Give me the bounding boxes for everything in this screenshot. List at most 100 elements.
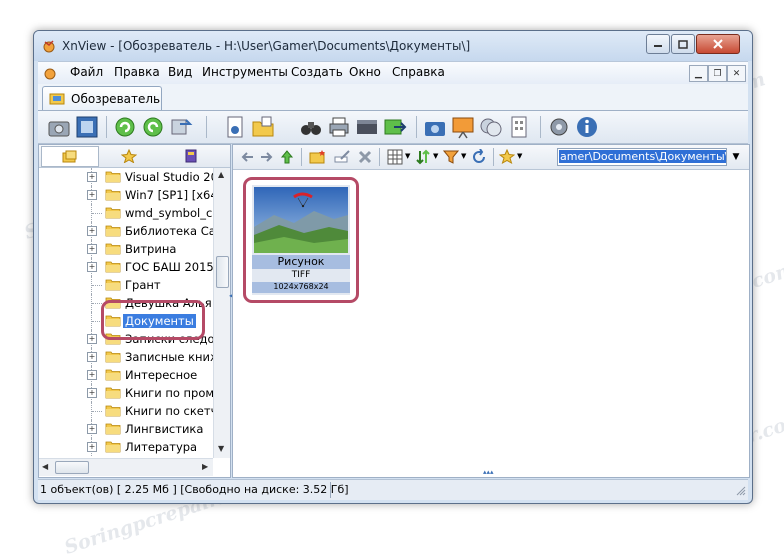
chevron-down-icon[interactable]: ▼: [517, 152, 522, 160]
expand-icon[interactable]: +: [87, 334, 97, 344]
slideshow-icon[interactable]: [450, 114, 476, 140]
tree-item[interactable]: + Библиотека Cal: [39, 222, 213, 240]
tree-guide-line: [92, 411, 102, 413]
rotate-left-icon[interactable]: [112, 114, 138, 140]
tree-item[interactable]: + Win7 [SP1] [x64]: [39, 186, 213, 204]
tree-item[interactable]: + Записные книж: [39, 348, 213, 366]
maximize-button[interactable]: [671, 34, 695, 54]
expand-icon[interactable]: +: [87, 244, 97, 254]
open-folder-icon[interactable]: [250, 114, 276, 140]
refresh-icon[interactable]: [471, 149, 487, 165]
rotate-right-icon[interactable]: [140, 114, 166, 140]
tree-item[interactable]: Грант: [39, 276, 213, 294]
tree-item[interactable]: + Витрина: [39, 240, 213, 258]
file-thumbnail[interactable]: Рисунок TIFF 1024x768x24: [252, 185, 350, 295]
folders-icon: [62, 150, 77, 162]
sort-icon[interactable]: [415, 149, 431, 165]
back-arrow-icon[interactable]: [239, 150, 255, 164]
tree-item[interactable]: + Интересное: [39, 366, 213, 384]
scroll-thumb[interactable]: [216, 256, 229, 288]
tab-browser[interactable]: Обозреватель: [42, 86, 162, 110]
menu-bar: Файл Правка Вид Инструменты Создать Окно…: [38, 61, 748, 84]
expand-icon[interactable]: +: [87, 172, 97, 182]
favorites-tab[interactable]: [101, 146, 157, 165]
chevron-down-icon[interactable]: ▼: [461, 152, 466, 160]
expand-icon[interactable]: +: [87, 190, 97, 200]
capture-icon[interactable]: [46, 114, 72, 140]
main-toolbar: [38, 111, 748, 144]
filter-icon[interactable]: [443, 149, 459, 165]
compare-icon[interactable]: [478, 114, 504, 140]
expand-icon[interactable]: +: [87, 388, 97, 398]
convert-icon[interactable]: [168, 114, 194, 140]
splitter-handle[interactable]: ▴▴▴: [483, 468, 494, 476]
menu-edit[interactable]: Правка: [114, 65, 160, 79]
address-input[interactable]: amer\Documents\Документы\: [557, 148, 727, 166]
chevron-down-icon[interactable]: ▼: [433, 152, 438, 160]
folders-tab[interactable]: [41, 146, 99, 167]
app-window: XnView - [Обозреватель - H:\User\Gamer\D…: [33, 30, 753, 504]
scroll-right-icon[interactable]: ▶: [202, 462, 208, 471]
contact-sheet-icon[interactable]: [506, 114, 532, 140]
menu-window[interactable]: Окно: [349, 65, 381, 79]
binoculars-icon[interactable]: [298, 114, 324, 140]
expand-icon[interactable]: +: [87, 442, 97, 452]
chevron-down-icon[interactable]: ▼: [405, 152, 410, 160]
menu-file[interactable]: Файл: [70, 65, 103, 79]
scroll-down-icon[interactable]: ▼: [218, 444, 224, 453]
tree-item[interactable]: + Лингвистика: [39, 420, 213, 438]
fullscreen-icon[interactable]: [74, 114, 100, 140]
mdi-close-button[interactable]: ✕: [727, 65, 746, 82]
address-dropdown-button[interactable]: ▼: [727, 148, 745, 166]
favorite-star-icon[interactable]: [499, 149, 515, 165]
tree-item-label: Витрина: [125, 242, 177, 256]
tab-label: Обозреватель: [71, 92, 161, 106]
mdi-minimize-button[interactable]: ▁: [689, 65, 708, 82]
tree-item[interactable]: + ГОС БАШ 2015-: [39, 258, 213, 276]
title-bar[interactable]: XnView - [Обозреватель - H:\User\Gamer\D…: [34, 31, 752, 61]
minimize-button[interactable]: [646, 34, 670, 54]
folder-icon: [105, 279, 121, 291]
categories-tab[interactable]: [163, 146, 219, 165]
menu-create[interactable]: Создать: [291, 65, 343, 79]
gear-icon[interactable]: [546, 114, 572, 140]
info-document-icon[interactable]: [222, 114, 248, 140]
menu-tools[interactable]: Инструменты: [202, 65, 288, 79]
tree-item[interactable]: wmd_symbol_ca: [39, 204, 213, 222]
expand-icon[interactable]: +: [87, 262, 97, 272]
view-mode-icon[interactable]: [387, 149, 403, 165]
mdi-restore-button[interactable]: ❐: [708, 65, 727, 82]
scroll-up-icon[interactable]: ▲: [218, 170, 224, 179]
scanner-icon[interactable]: [354, 114, 380, 140]
close-button[interactable]: [696, 34, 740, 54]
scroll-left-icon[interactable]: ◀: [42, 462, 48, 471]
maximize-icon: [678, 39, 688, 49]
tree-vertical-scrollbar[interactable]: ▲ ▼: [213, 168, 230, 458]
rename-icon[interactable]: [333, 149, 351, 165]
menu-view[interactable]: Вид: [168, 65, 192, 79]
delete-icon[interactable]: [357, 149, 373, 165]
folder-icon: [105, 351, 121, 363]
resize-grip-icon[interactable]: [736, 486, 746, 496]
about-info-icon[interactable]: [574, 114, 600, 140]
expand-icon[interactable]: +: [87, 352, 97, 362]
new-folder-icon[interactable]: [309, 149, 327, 165]
tree-item[interactable]: + Книги по пром: [39, 384, 213, 402]
forward-arrow-icon[interactable]: [259, 150, 275, 164]
export-icon[interactable]: [382, 114, 408, 140]
expand-icon[interactable]: +: [87, 226, 97, 236]
print-icon[interactable]: [326, 114, 352, 140]
menu-help[interactable]: Справка: [392, 65, 445, 79]
camera-icon[interactable]: [422, 114, 448, 140]
tree-item[interactable]: + Visual Studio 20: [39, 168, 213, 186]
tree-item[interactable]: Книги по скетч: [39, 402, 213, 420]
scroll-thumb[interactable]: [55, 461, 89, 474]
tree-horizontal-scrollbar[interactable]: ◀ ▶: [39, 458, 213, 476]
expand-icon[interactable]: +: [87, 424, 97, 434]
up-folder-icon[interactable]: [279, 149, 295, 165]
tree-item-label: Visual Studio 20: [125, 170, 213, 184]
tree-item[interactable]: + Литература: [39, 438, 213, 456]
toolbar-separator: [416, 116, 417, 138]
expand-icon[interactable]: +: [87, 370, 97, 380]
thumbnail-highlight: Рисунок TIFF 1024x768x24: [243, 177, 359, 303]
